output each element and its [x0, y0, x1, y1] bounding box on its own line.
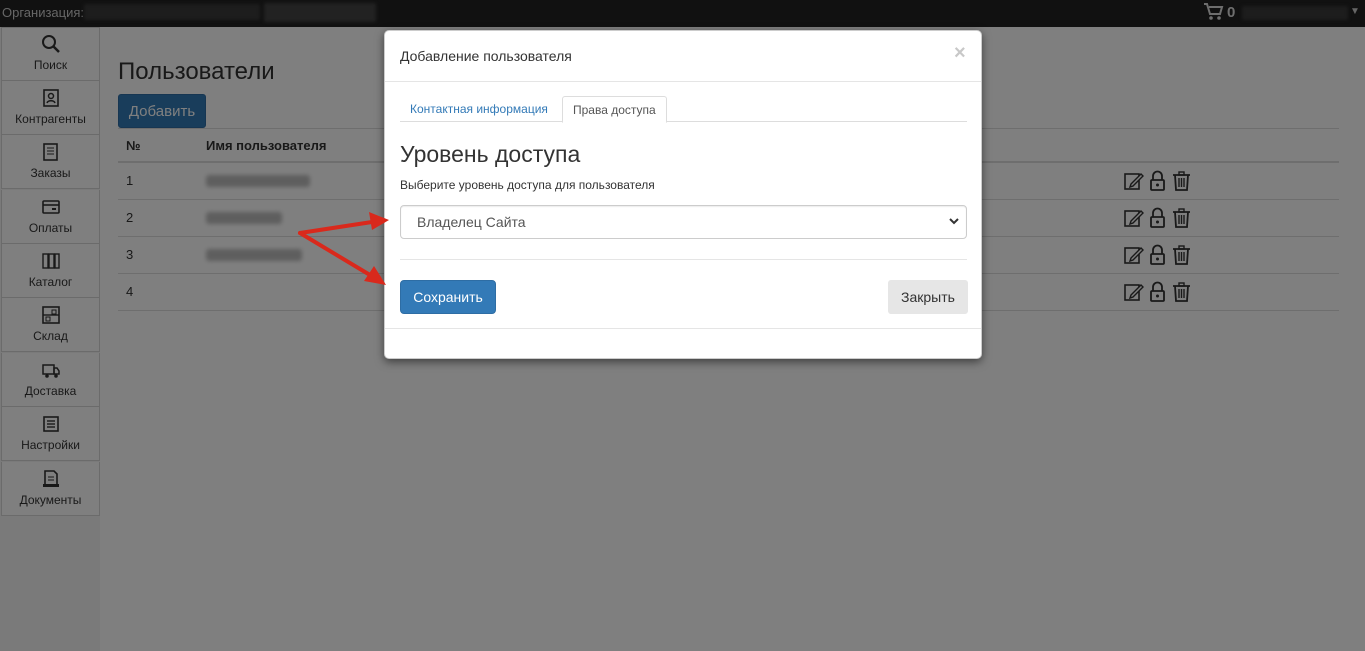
access-level-heading: Уровень доступа	[400, 141, 581, 167]
close-button[interactable]: Закрыть	[888, 280, 968, 314]
close-icon[interactable]: ×	[954, 42, 966, 65]
tab-contact-info[interactable]: Контактная информация	[400, 96, 558, 122]
modal-header: Добавление пользователя ×	[385, 31, 981, 82]
access-level-select[interactable]: Владелец Сайта	[400, 205, 967, 239]
access-level-help-text: Выберите уровень доступа для пользовател…	[400, 178, 655, 192]
modal-footer-divider	[385, 328, 981, 329]
modal-title: Добавление пользователя	[400, 48, 572, 64]
save-button[interactable]: Сохранить	[400, 280, 496, 314]
form-divider	[400, 259, 967, 260]
chevron-down-icon	[949, 218, 959, 225]
access-level-selected-value: Владелец Сайта	[417, 214, 526, 230]
tab-access-rights[interactable]: Права доступа	[562, 96, 667, 123]
add-user-modal: Добавление пользователя × Контактная инф…	[384, 30, 982, 359]
modal-tabs: Контактная информация Права доступа	[400, 96, 967, 123]
